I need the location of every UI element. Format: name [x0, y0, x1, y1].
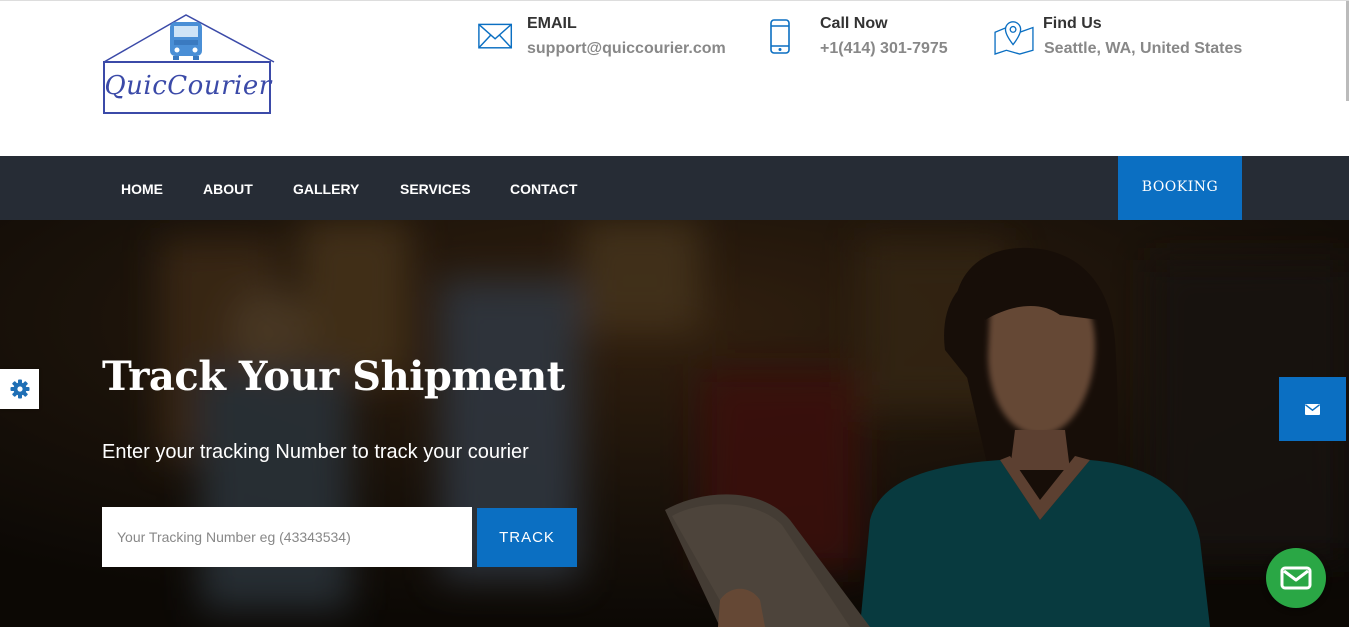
side-mail-button[interactable]: [1279, 377, 1346, 441]
main-navigation: HOME ABOUT GALLERY SERVICES CONTACT BOOK…: [0, 156, 1349, 220]
nav-item-services[interactable]: SERVICES: [400, 181, 471, 197]
hero-title: Track Your Shipment: [102, 353, 565, 400]
mobile-phone-icon: [770, 19, 790, 54]
envelope-icon: [1280, 566, 1312, 590]
logo-text: QuicCourier: [104, 71, 272, 101]
phone-value[interactable]: +1(414) 301-7975: [820, 40, 948, 58]
settings-toggle[interactable]: [0, 369, 39, 409]
nav-item-gallery[interactable]: GALLERY: [293, 181, 359, 197]
location-title: Find Us: [1043, 15, 1102, 32]
hero-banner: Track Your Shipment Enter your tracking …: [0, 220, 1349, 627]
map-pin-icon: [994, 21, 1034, 55]
chat-mail-button[interactable]: [1266, 548, 1326, 608]
nav-item-contact[interactable]: CONTACT: [510, 181, 577, 197]
tracking-number-input[interactable]: [102, 507, 472, 567]
nav-item-about[interactable]: ABOUT: [203, 181, 253, 197]
top-header: QuicCourier EMAIL support@quiccourier.co…: [0, 0, 1349, 156]
nav-item-home[interactable]: HOME: [121, 181, 163, 197]
hero-subtitle: Enter your tracking Number to track your…: [102, 441, 529, 463]
email-value[interactable]: support@quiccourier.com: [527, 40, 726, 58]
track-button[interactable]: TRACK: [477, 508, 577, 567]
phone-title: Call Now: [820, 15, 888, 32]
location-value: Seattle, WA, United States: [1044, 40, 1243, 57]
site-logo[interactable]: QuicCourier: [102, 13, 276, 117]
envelope-icon: [478, 23, 513, 49]
email-title: EMAIL: [527, 15, 577, 32]
envelope-icon: [1305, 403, 1320, 415]
booking-button[interactable]: BOOKING: [1118, 156, 1242, 220]
gear-icon: [10, 379, 29, 399]
